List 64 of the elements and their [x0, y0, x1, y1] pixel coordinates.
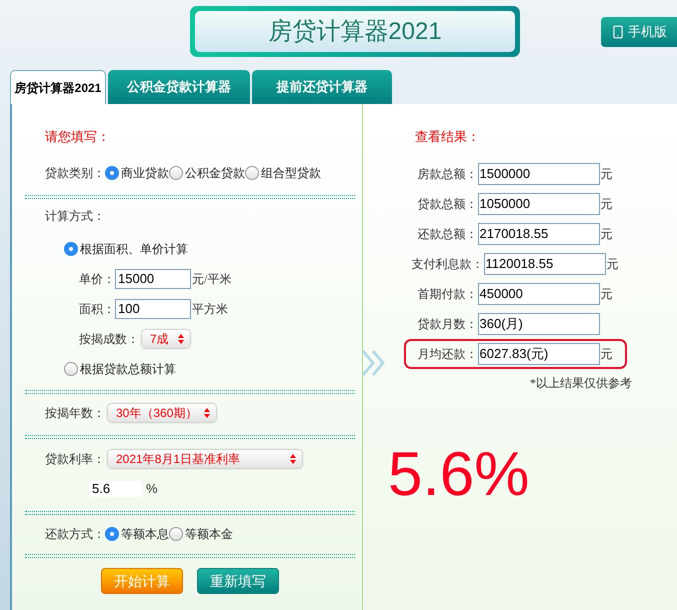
radio-button[interactable] [169, 527, 183, 541]
result-label: 还款总额： [418, 226, 478, 242]
option-label[interactable]: 商业贷款 [121, 165, 169, 181]
tab[interactable]: 房贷计算器2021 [10, 70, 106, 104]
field-label: 计算方式： [45, 208, 105, 224]
radio-button[interactable] [169, 166, 183, 180]
dropdown[interactable]: 7成 [142, 330, 190, 348]
unit-label: 元 [600, 196, 612, 212]
option-label[interactable]: 等额本金 [185, 526, 233, 542]
dropdown[interactable]: 30年（360期） [108, 404, 216, 422]
field-label: 贷款类别： [45, 165, 105, 181]
section-heading: 查看结果： [415, 129, 480, 145]
disclaimer-note: *以上结果仅供参考 [530, 375, 632, 391]
unit-label: 元 [606, 256, 618, 272]
field-label: 还款方式： [45, 526, 105, 542]
text-field[interactable]: 100 [115, 299, 191, 319]
updown-arrow-icon [204, 408, 210, 418]
option-label[interactable]: 等额本息 [121, 526, 169, 542]
result-field[interactable]: 360(月) [478, 313, 600, 335]
unit-label: 元 [600, 346, 612, 362]
result-field[interactable]: 1050000 [478, 193, 600, 215]
radio-button[interactable] [105, 166, 119, 180]
unit-label: 平方米 [192, 301, 228, 317]
updown-arrow-icon [290, 454, 296, 464]
result-field[interactable]: 2170018.55 [478, 223, 600, 245]
result-label: 月均还款： [418, 346, 478, 362]
option-label[interactable]: 公积金贷款 [185, 165, 245, 181]
field-label: 贷款利率： [45, 451, 105, 467]
phone-icon [611, 25, 625, 39]
page-title: 房贷计算器2021 [268, 18, 442, 46]
field-label: 按揭年数： [45, 405, 105, 421]
unit-label: 元 [600, 286, 612, 302]
option-label[interactable]: 组合型贷款 [261, 165, 321, 181]
rate-display: 5.6% [388, 444, 530, 506]
field-label: 面积： [79, 301, 115, 317]
unit-label: % [146, 481, 158, 497]
option-label[interactable]: 根据面积、单价计算 [80, 241, 188, 257]
radio-button[interactable] [64, 242, 78, 256]
radio-button[interactable] [245, 166, 259, 180]
radio-button[interactable] [64, 362, 78, 376]
field-label: 按揭成数： [79, 331, 139, 347]
section-heading: 请您填写： [45, 129, 110, 145]
result-label: 贷款总额： [418, 196, 478, 212]
result-field[interactable]: 450000 [478, 283, 600, 305]
result-label: 支付利息款： [412, 256, 484, 272]
result-label: 首期付款： [418, 286, 478, 302]
result-field[interactable]: 1500000 [478, 163, 600, 185]
unit-label: 元/平米 [192, 271, 232, 287]
result-field[interactable]: 6027.83(元) [478, 343, 600, 365]
result-label: 贷款月数： [418, 316, 478, 332]
radio-button[interactable] [105, 527, 119, 541]
tab[interactable]: 提前还贷计算器 [252, 70, 392, 104]
field-label: 单价： [79, 271, 115, 287]
option-label[interactable]: 根据贷款总额计算 [80, 361, 176, 377]
text-field[interactable]: 15000 [115, 269, 191, 289]
mobile-version-button[interactable]: 手机版 [601, 17, 677, 47]
unit-label: 元 [600, 226, 612, 242]
dropdown[interactable]: 2021年8月1日基准利率 [108, 450, 302, 468]
rate-input[interactable]: 5.6 [90, 481, 142, 497]
result-label: 房款总额： [418, 166, 478, 182]
unit-label: 元 [600, 166, 612, 182]
tab[interactable]: 公积金贷款计算器 [108, 70, 250, 104]
updown-arrow-icon [178, 334, 184, 344]
result-field[interactable]: 1120018.55 [484, 253, 606, 275]
